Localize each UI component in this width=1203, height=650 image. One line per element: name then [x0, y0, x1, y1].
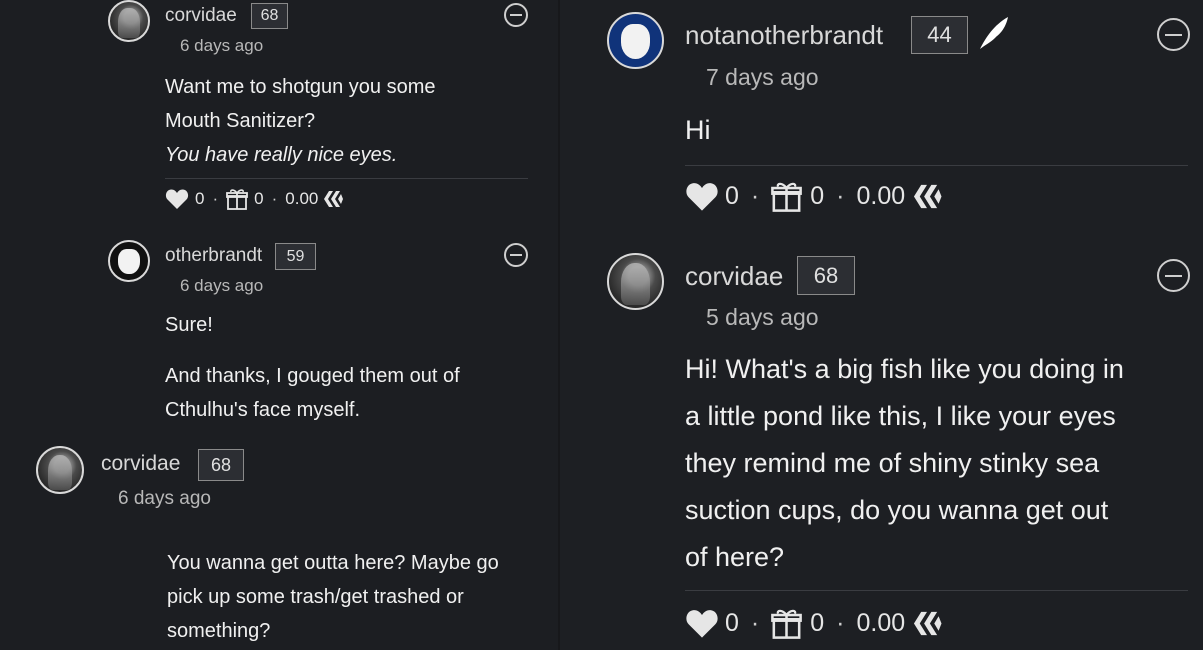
- divider: [685, 590, 1188, 591]
- comment-otherbrandt: otherbrandt 59 6 days ago Sure! And than…: [0, 235, 560, 435]
- payout-value[interactable]: 0.00: [285, 189, 318, 209]
- body-line: You have really nice eyes.: [165, 144, 398, 166]
- minus-circle-icon[interactable]: [1157, 18, 1190, 51]
- avatar[interactable]: [108, 240, 150, 282]
- username[interactable]: corvidae: [685, 261, 783, 292]
- body-line: something?: [167, 620, 271, 642]
- body-line: Cthulhu's face myself.: [165, 399, 361, 421]
- divider: [165, 178, 528, 179]
- comment-body: Hi: [685, 112, 1185, 148]
- username[interactable]: corvidae: [165, 5, 237, 27]
- payout-value[interactable]: 0.00: [856, 182, 905, 211]
- mask-face: [118, 248, 140, 274]
- reputation-badge: 59: [275, 243, 316, 270]
- minus-circle-icon[interactable]: [504, 243, 528, 267]
- body-line: of here?: [685, 542, 785, 572]
- comment-actions: 0 · 0 · 0.00: [685, 605, 943, 641]
- divider: [685, 165, 1188, 166]
- comment-corvidae-2: corvidae 68 6 days ago You wanna get out…: [0, 440, 560, 650]
- comment-body: Sure! And thanks, I gouged them out of C…: [165, 308, 545, 427]
- reputation-badge: 68: [797, 256, 855, 295]
- avatar[interactable]: [607, 12, 664, 69]
- comment-notanotherbrandt: notanotherbrandt 44 7 days ago Hi 0 · 0 …: [560, 0, 1203, 230]
- reputation-badge: 68: [198, 449, 244, 481]
- gift-count[interactable]: 0: [810, 609, 824, 638]
- comment-body: Want me to shotgun you some Mouth Saniti…: [165, 70, 545, 172]
- body-line: pick up some trash/get trashed or: [167, 586, 464, 608]
- separator: ·: [750, 608, 760, 637]
- hive-icon: [911, 609, 943, 638]
- username[interactable]: notanotherbrandt: [685, 20, 883, 51]
- comment-corvidae-1: corvidae 68 6 days ago Want me to shotgu…: [0, 0, 560, 230]
- feather-icon: [976, 15, 1010, 56]
- minus-circle-icon[interactable]: [1157, 259, 1190, 292]
- gift-count[interactable]: 0: [254, 189, 263, 209]
- separator: ·: [836, 181, 845, 210]
- separator: ·: [750, 181, 760, 210]
- comment-body: Hi! What's a big fish like you doing in …: [685, 346, 1195, 581]
- vote-count[interactable]: 0: [195, 189, 204, 209]
- gift-icon[interactable]: [771, 608, 803, 639]
- minus-circle-icon[interactable]: [504, 3, 528, 27]
- body-line: suction cups, do you wanna get out: [685, 495, 1109, 525]
- username[interactable]: corvidae: [101, 452, 180, 476]
- heart-icon[interactable]: [165, 188, 189, 210]
- avatar[interactable]: [607, 253, 664, 310]
- body-line: Hi: [685, 115, 711, 145]
- vote-count[interactable]: 0: [725, 609, 739, 638]
- reputation-badge: 68: [251, 3, 288, 29]
- separator: ·: [212, 189, 219, 208]
- reputation-badge: 44: [911, 16, 968, 54]
- separator: ·: [836, 608, 845, 637]
- timestamp[interactable]: 5 days ago: [706, 304, 819, 331]
- timestamp[interactable]: 6 days ago: [180, 36, 263, 56]
- separator: ·: [271, 189, 278, 208]
- comment-corvidae-3: corvidae 68 5 days ago Hi! What's a big …: [560, 245, 1203, 650]
- timestamp[interactable]: 6 days ago: [180, 276, 263, 296]
- timestamp[interactable]: 6 days ago: [118, 488, 211, 510]
- hive-icon: [911, 182, 943, 211]
- comment-actions: 0 · 0 · 0.00: [165, 186, 344, 212]
- left-comments-panel: corvidae 68 6 days ago Want me to shotgu…: [0, 0, 560, 650]
- heart-icon[interactable]: [685, 608, 719, 639]
- vote-count[interactable]: 0: [725, 182, 739, 211]
- gift-icon[interactable]: [771, 181, 803, 212]
- body-line: You wanna get outta here? Maybe go: [167, 552, 499, 574]
- body-line: Hi! What's a big fish like you doing in: [685, 354, 1124, 384]
- body-line: they remind me of shiny stinky sea: [685, 448, 1100, 478]
- mask-face: [620, 23, 651, 59]
- timestamp[interactable]: 7 days ago: [706, 64, 819, 91]
- avatar[interactable]: [108, 0, 150, 42]
- right-comments-panel: notanotherbrandt 44 7 days ago Hi 0 · 0 …: [560, 0, 1203, 650]
- body-line: Mouth Sanitizer?: [165, 110, 316, 132]
- body-paragraph: Sure!: [165, 314, 213, 336]
- gift-count[interactable]: 0: [810, 182, 824, 211]
- username[interactable]: otherbrandt: [165, 245, 262, 267]
- avatar[interactable]: [36, 446, 84, 494]
- gift-icon[interactable]: [226, 188, 249, 210]
- hive-icon: [322, 189, 344, 209]
- payout-value[interactable]: 0.00: [856, 609, 905, 638]
- body-line: a little pond like this, I like your eye…: [685, 401, 1116, 431]
- body-line: And thanks, I gouged them out of: [165, 365, 460, 387]
- body-line: Want me to shotgun you some: [165, 76, 436, 98]
- heart-icon[interactable]: [685, 181, 719, 212]
- comment-actions: 0 · 0 · 0.00: [685, 178, 943, 214]
- comment-body: You wanna get outta here? Maybe go pick …: [167, 546, 552, 648]
